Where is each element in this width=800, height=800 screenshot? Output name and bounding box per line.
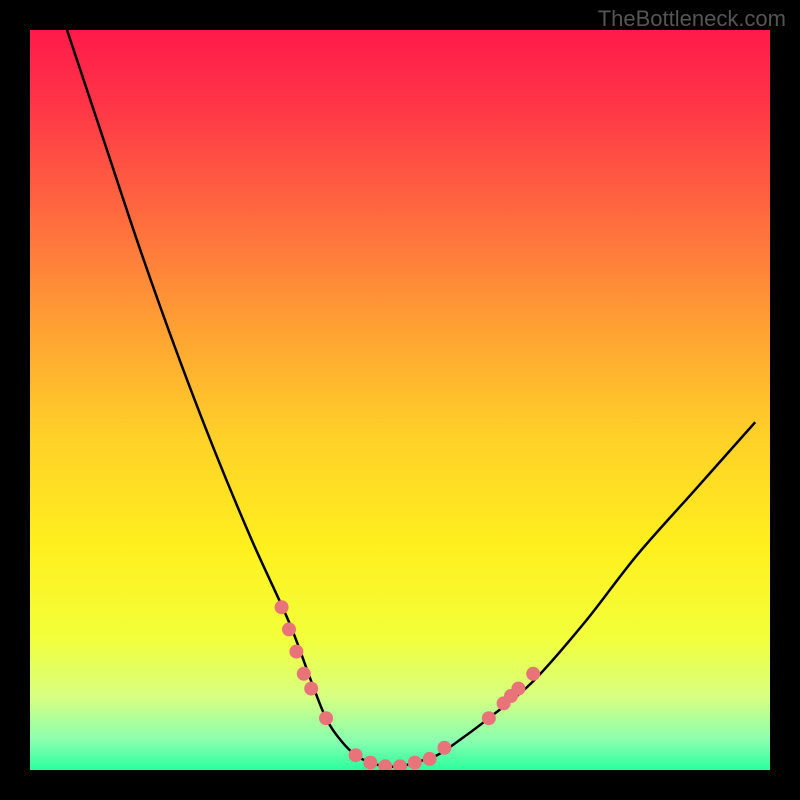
- marker-dot: [319, 711, 333, 725]
- highlight-dots: [275, 600, 541, 770]
- curve-layer: [30, 30, 770, 770]
- marker-dot: [282, 622, 296, 636]
- marker-dot: [378, 759, 392, 770]
- watermark-text: TheBottleneck.com: [598, 6, 786, 32]
- marker-dot: [289, 645, 303, 659]
- marker-dot: [482, 711, 496, 725]
- marker-dot: [437, 741, 451, 755]
- plot-area: [30, 30, 770, 770]
- marker-dot: [526, 667, 540, 681]
- marker-dot: [349, 748, 363, 762]
- marker-dot: [363, 756, 377, 770]
- marker-dot: [423, 752, 437, 766]
- marker-dot: [275, 600, 289, 614]
- marker-dot: [511, 682, 525, 696]
- marker-dot: [393, 759, 407, 770]
- marker-dot: [408, 756, 422, 770]
- bottleneck-curve: [67, 30, 755, 767]
- marker-dot: [297, 667, 311, 681]
- marker-dot: [304, 682, 318, 696]
